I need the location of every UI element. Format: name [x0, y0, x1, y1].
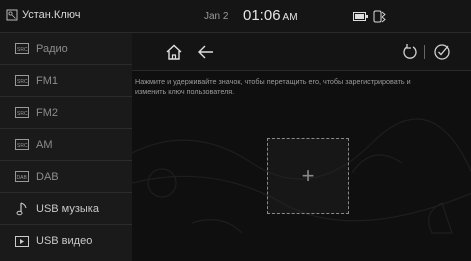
- svg-text:DAB: DAB: [17, 175, 28, 181]
- reset-button[interactable]: [398, 40, 422, 64]
- check-circle-icon: [434, 44, 450, 60]
- battery-icon: [353, 11, 368, 21]
- sidebar-item-label: FM1: [36, 74, 58, 87]
- date-label: Jan 2: [204, 11, 229, 22]
- radio-icon: SRC: [14, 42, 30, 56]
- home-button[interactable]: [162, 40, 186, 64]
- sidebar-item-usb-video[interactable]: USB видео: [0, 225, 132, 257]
- settings-key-icon: [6, 9, 18, 21]
- status-icons: [353, 9, 387, 23]
- clock-ampm: AM: [282, 12, 298, 23]
- radio-icon: SRC: [14, 138, 30, 152]
- sidebar: SRC Радио SRC FM1 SRC FM2 SRC AM DAB DAB…: [0, 33, 132, 261]
- sidebar-item-usb-music[interactable]: USB музыка: [0, 193, 132, 225]
- sidebar-item-dab[interactable]: DAB DAB: [0, 161, 132, 193]
- svg-text:SRC: SRC: [17, 47, 28, 53]
- dab-icon: DAB: [14, 170, 30, 184]
- svg-text:SRC: SRC: [17, 111, 28, 117]
- app-title: Устан.Ключ: [6, 9, 80, 21]
- svg-text:SRC: SRC: [17, 143, 28, 149]
- add-icon: +: [301, 163, 315, 188]
- video-icon: [14, 234, 30, 248]
- sidebar-item-label: FM2: [36, 106, 58, 119]
- sidebar-item-label: DAB: [36, 170, 59, 183]
- bluetooth-phone-icon: [373, 10, 386, 23]
- app-title-label: Устан.Ключ: [22, 9, 81, 21]
- sidebar-item-fm2[interactable]: SRC FM2: [0, 97, 132, 129]
- radio-icon: SRC: [14, 74, 30, 88]
- sidebar-item-am[interactable]: SRC AM: [0, 129, 132, 161]
- add-key-slot[interactable]: +: [267, 138, 349, 214]
- sidebar-item-label: USB видео: [36, 235, 93, 247]
- toolbar-separator: [424, 45, 425, 59]
- sidebar-item-label: USB музыка: [36, 202, 99, 215]
- undo-icon: [403, 44, 417, 59]
- back-button[interactable]: [194, 40, 218, 64]
- radio-icon: SRC: [14, 106, 30, 120]
- music-note-icon: [14, 202, 30, 216]
- status-bar: Устан.Ключ Jan 2 01:06 AM: [0, 0, 471, 33]
- instruction-text: Нажмите и удерживайте значок, чтобы пере…: [135, 77, 411, 96]
- clock: 01:06 AM: [243, 7, 298, 24]
- toolbar: [132, 33, 471, 71]
- home-icon: [166, 44, 182, 60]
- sidebar-item-label: Радио: [36, 42, 68, 55]
- svg-text:SRC: SRC: [17, 79, 28, 85]
- sidebar-item-label: AM: [36, 138, 53, 151]
- sidebar-item-fm1[interactable]: SRC FM1: [0, 65, 132, 97]
- sidebar-item-radio[interactable]: SRC Радио: [0, 33, 132, 65]
- main-panel: Нажмите и удерживайте значок, чтобы пере…: [132, 33, 471, 261]
- confirm-button[interactable]: [430, 40, 454, 64]
- back-arrow-icon: [198, 45, 213, 59]
- clock-time: 01:06: [243, 7, 281, 24]
